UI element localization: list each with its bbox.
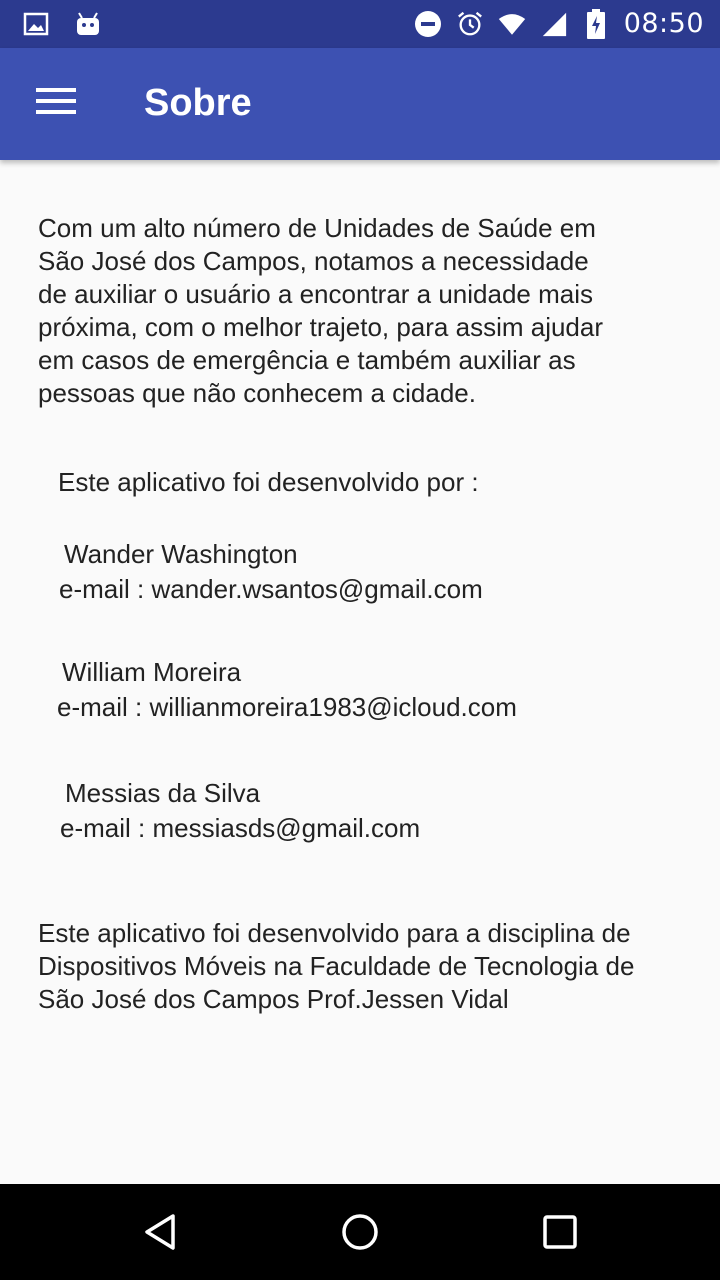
developer-email: e-mail : willianmoreira1983@icloud.com [57, 692, 517, 722]
recents-icon[interactable] [538, 1210, 582, 1254]
about-content: Com um alto número de Unidades de Saúde … [0, 160, 720, 1184]
wifi-icon [498, 10, 526, 38]
developer-name: William Moreira [62, 657, 242, 687]
page-title: Sobre [144, 82, 252, 124]
status-bar: 08:50 [0, 0, 720, 48]
home-icon[interactable] [338, 1210, 382, 1254]
course-paragraph: Este aplicativo foi desenvolvido para a … [38, 918, 635, 1014]
developer-entry: Messias da Silva e-mail : messiasds@gmai… [60, 776, 420, 846]
developed-by-label: Este aplicativo foi desenvolvido por : [58, 467, 479, 497]
intro-paragraph: Com um alto número de Unidades de Saúde … [38, 213, 604, 408]
image-icon [22, 10, 50, 38]
android-icon [74, 10, 102, 38]
do-not-disturb-icon [414, 10, 442, 38]
alarm-icon [456, 10, 484, 38]
status-time: 08:50 [623, 8, 704, 39]
app-bar: Sobre [0, 48, 720, 160]
developer-entry: Wander Washington e-mail : wander.wsanto… [59, 537, 483, 607]
developer-entry: William Moreira e-mail : willianmoreira1… [57, 655, 517, 725]
signal-icon [540, 10, 568, 38]
developer-email: e-mail : wander.wsantos@gmail.com [59, 574, 483, 604]
battery-charging-icon [582, 8, 610, 39]
developer-name: Wander Washington [64, 539, 298, 569]
back-icon[interactable] [139, 1210, 183, 1254]
developer-name: Messias da Silva [65, 778, 261, 808]
hamburger-menu-icon[interactable] [36, 88, 76, 120]
navigation-bar [0, 1184, 720, 1280]
developer-email: e-mail : messiasds@gmail.com [60, 813, 421, 843]
